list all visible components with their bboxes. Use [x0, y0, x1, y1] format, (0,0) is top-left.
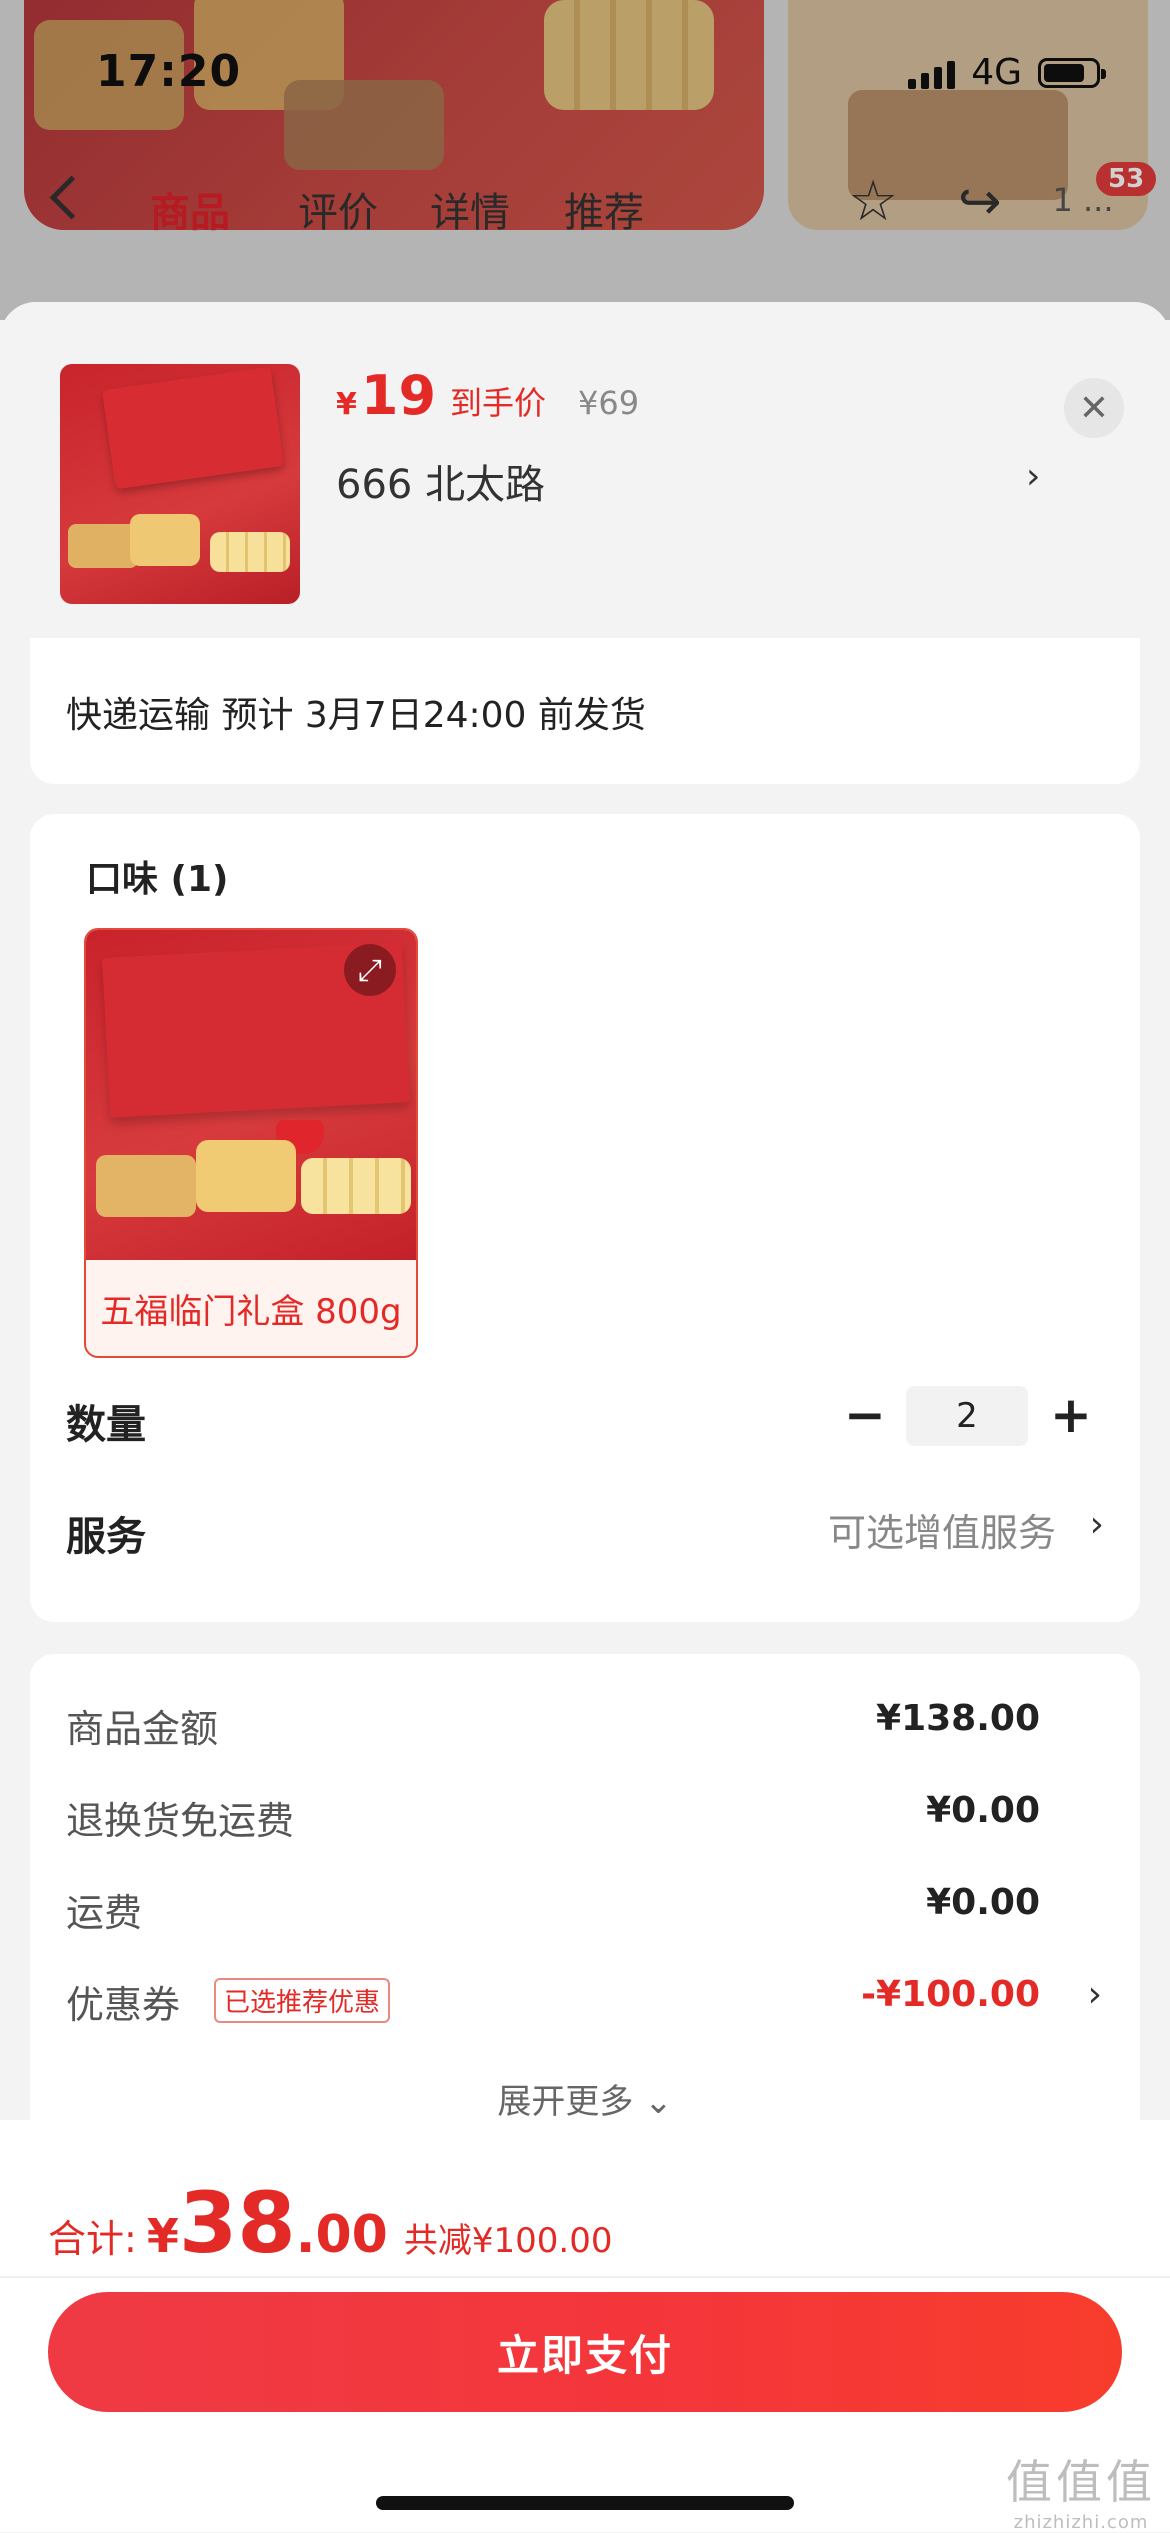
watermark-text: zhizhizhi.com: [1013, 2512, 1149, 2533]
pay-now-button[interactable]: 立即支付: [48, 2292, 1122, 2412]
fee-label: 运费: [66, 1891, 143, 1935]
total-currency: ¥: [146, 2209, 179, 2263]
expand-more-button[interactable]: 展开更多 ⌄: [30, 2074, 1140, 2123]
final-price: 19: [360, 364, 437, 427]
option-group-title: 口味 (1): [86, 859, 229, 900]
total-row: 合计: ¥ 38 .00 共减¥100.00: [48, 2174, 612, 2272]
quantity-label: 数量: [66, 1402, 146, 1448]
quantity-increase-button[interactable]: +: [1046, 1390, 1096, 1442]
fee-row-coupon[interactable]: 优惠券 已选推荐优惠 -¥100.00 ›: [66, 1974, 1116, 2034]
chevron-right-icon[interactable]: ›: [1088, 1974, 1102, 2015]
fee-row-shipping: 运费 ¥0.00: [66, 1882, 1116, 1942]
divider: [0, 2276, 1170, 2278]
total-amount-decimal: .00: [295, 2205, 388, 2265]
price-row: ¥ 19 到手价 ¥69: [336, 364, 639, 427]
close-icon: ✕: [1078, 387, 1110, 429]
sku-header: ¥ 19 到手价 ¥69 666 北太路 › ✕: [0, 302, 1170, 638]
watermark: 值值值 zhizhizhi.com: [1006, 2446, 1156, 2533]
shipping-estimate: 快递运输 预计 3月7日24:00 前发货: [66, 695, 646, 736]
watermark-logo: 值值值: [1006, 2455, 1156, 2509]
fee-value: ¥0.00: [926, 1882, 1040, 1923]
quantity-input[interactable]: 2: [906, 1386, 1028, 1446]
original-price: ¥69: [578, 384, 640, 422]
final-price-label: 到手价: [450, 384, 547, 422]
home-indicator[interactable]: [376, 2496, 794, 2510]
shipping-card: 快递运输 预计 3月7日24:00 前发货: [30, 638, 1140, 784]
price-symbol: ¥: [336, 387, 357, 422]
fee-value: ¥0.00: [926, 1790, 1040, 1831]
fee-row-return-shipping: 退换货免运费 ¥0.00: [66, 1790, 1116, 1850]
fee-label: 商品金额: [66, 1707, 219, 1751]
option-label: 五福临门礼盒 800g: [100, 1291, 402, 1332]
option-item-selected[interactable]: ⤢ 五福临门礼盒 800g: [84, 928, 418, 1358]
fee-label: 退换货免运费: [66, 1799, 295, 1843]
fee-breakdown-card: 商品金额 ¥138.00 退换货免运费 ¥0.00 运费 ¥0.00 优惠券 已…: [30, 1654, 1140, 2174]
service-value[interactable]: 可选增值服务: [828, 1502, 1056, 1557]
total-amount-integer: 38: [178, 2174, 296, 2272]
coupon-discount: -¥100.00: [861, 1974, 1040, 2015]
delivery-address[interactable]: 666 北太路: [336, 452, 545, 510]
service-label: 服务: [66, 1514, 146, 1560]
coupon-badge: 已选推荐优惠: [214, 1978, 391, 2023]
options-card: 口味 (1) ⤢ 五福临门礼盒 800g 数量 − 2 + 服务 可选增值服务 …: [30, 814, 1140, 1622]
chevron-right-icon[interactable]: ›: [1026, 456, 1040, 497]
expand-icon[interactable]: ⤢: [344, 944, 396, 996]
sku-thumbnail[interactable]: [60, 364, 300, 604]
fee-row-goods: 商品金额 ¥138.00: [66, 1698, 1116, 1758]
chevron-right-icon[interactable]: ›: [1090, 1504, 1104, 1545]
total-label: 合计:: [48, 2217, 137, 2261]
close-button[interactable]: ✕: [1064, 378, 1124, 438]
modal-overlay[interactable]: [0, 0, 1170, 320]
checkout-bar: 合计: ¥ 38 .00 共减¥100.00 立即支付 值值值 zhizhizh…: [0, 2120, 1170, 2533]
quantity-decrease-button[interactable]: −: [840, 1390, 890, 1442]
total-savings: 共减¥100.00: [403, 2221, 613, 2261]
fee-value: ¥138.00: [876, 1698, 1040, 1739]
fee-label: 优惠券: [66, 1983, 181, 2027]
